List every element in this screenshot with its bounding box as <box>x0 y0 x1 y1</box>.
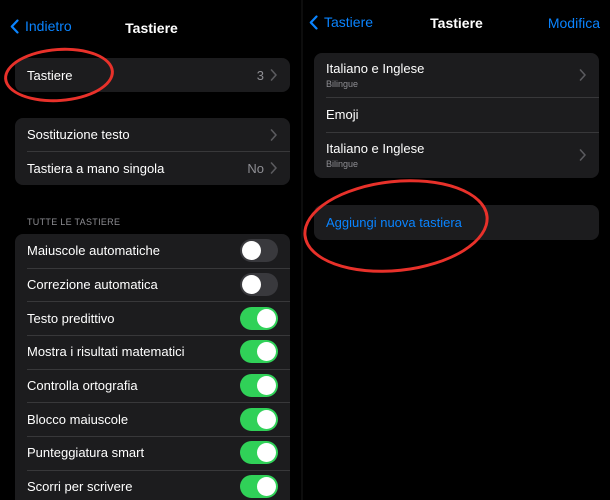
toggle-row-label: Controlla ortografia <box>27 378 138 394</box>
toggle-knob <box>257 342 276 362</box>
text-replacement-row[interactable]: Sostituzione testo <box>15 118 290 151</box>
keyboards-row[interactable]: Tastiere 3 <box>15 58 290 92</box>
toggle-row-label: Correzione automatica <box>27 277 158 293</box>
chevron-right-icon <box>579 69 586 81</box>
toggle-row: Mostra i risultati matematici <box>15 335 290 369</box>
chevron-right-icon <box>579 149 586 161</box>
keyboard-item[interactable]: Italiano e Inglese Bilingue <box>314 53 599 97</box>
section-header-all-keyboards: TUTTE LE TASTIERE <box>27 217 121 227</box>
toggle-row: Scorri per scrivere <box>15 469 290 500</box>
toggle-knob <box>257 376 276 396</box>
toggle-row: Testo predittivo <box>15 301 290 335</box>
toggle-knob <box>257 443 276 463</box>
keyboard-item[interactable]: Italiano e Inglese Bilingue <box>314 132 599 178</box>
keyboard-item-sub: Bilingue <box>326 159 359 169</box>
nav-bar: Indietro Tastiere <box>0 0 303 50</box>
chevron-right-icon <box>270 69 277 81</box>
keyboard-item-sub: Bilingue <box>326 79 359 89</box>
toggle-knob <box>257 409 276 429</box>
toggle-switch[interactable] <box>240 306 278 330</box>
toggle-row: Maiuscole automatiche <box>15 234 290 268</box>
nav-bar: Tastiere Tastiere Modifica <box>303 0 610 50</box>
chevron-right-icon <box>270 162 277 174</box>
toggle-row-label: Mostra i risultati matematici <box>27 344 185 360</box>
toggle-row: Blocco maiuscole <box>15 402 290 436</box>
keyboard-item[interactable]: Emoji <box>314 97 599 132</box>
keyboard-settings-panel: Indietro Tastiere Tastiere 3 Sostituzion… <box>0 0 303 500</box>
toggle-switch[interactable] <box>240 374 278 398</box>
toggle-knob <box>242 241 261 261</box>
toggle-row: Controlla ortografia <box>15 368 290 403</box>
text-options-group: Sostituzione testo Tastiera a mano singo… <box>15 118 290 185</box>
add-keyboard-label: Aggiungi nuova tastiera <box>326 215 462 230</box>
edit-button[interactable]: Modifica <box>548 15 600 31</box>
toggle-row: Correzione automatica <box>15 267 290 302</box>
toggle-knob <box>242 275 261 295</box>
toggle-row-label: Testo predittivo <box>27 310 115 326</box>
toggle-switch[interactable] <box>240 475 278 499</box>
one-handed-keyboard-label: Tastiera a mano singola <box>27 160 165 176</box>
toggle-switch[interactable] <box>240 340 278 364</box>
toggle-switch[interactable] <box>240 239 278 263</box>
text-replacement-label: Sostituzione testo <box>27 127 130 142</box>
keyboard-item-label: Italiano e Inglese <box>326 61 425 76</box>
keyboards-list-group: Italiano e Inglese Bilingue Emoji Italia… <box>314 53 599 178</box>
page-title: Tastiere <box>125 20 178 36</box>
chevron-right-icon <box>270 128 277 141</box>
toggle-row-label: Scorri per scrivere <box>27 479 133 495</box>
keyboards-count: 3 <box>256 67 264 83</box>
toggle-row-label: Blocco maiuscole <box>27 411 129 427</box>
keyboard-item-label: Italiano e Inglese <box>326 141 425 156</box>
one-handed-keyboard-row[interactable]: Tastiera a mano singola No <box>15 151 290 185</box>
keyboard-item-label: Emoji <box>326 107 359 122</box>
toggle-switch[interactable] <box>240 407 278 431</box>
all-keyboards-group: Maiuscole automatiche Correzione automati… <box>15 234 290 500</box>
add-keyboard-group: Aggiungi nuova tastiera <box>314 205 599 240</box>
keyboards-list-panel: Tastiere Tastiere Modifica Italiano e In… <box>303 0 610 500</box>
toggle-row: Punteggiatura smart <box>15 436 290 470</box>
one-handed-keyboard-value: No <box>247 160 264 176</box>
toggle-knob <box>257 477 276 497</box>
toggle-knob <box>257 308 276 328</box>
toggle-switch[interactable] <box>240 441 278 465</box>
toggle-row-label: Punteggiatura smart <box>27 445 145 461</box>
keyboards-group: Tastiere 3 <box>15 58 290 92</box>
add-keyboard-button[interactable]: Aggiungi nuova tastiera <box>314 205 599 240</box>
keyboards-row-label: Tastiere <box>27 67 73 83</box>
toggle-row-label: Maiuscole automatiche <box>27 243 160 259</box>
toggle-switch[interactable] <box>240 273 278 297</box>
